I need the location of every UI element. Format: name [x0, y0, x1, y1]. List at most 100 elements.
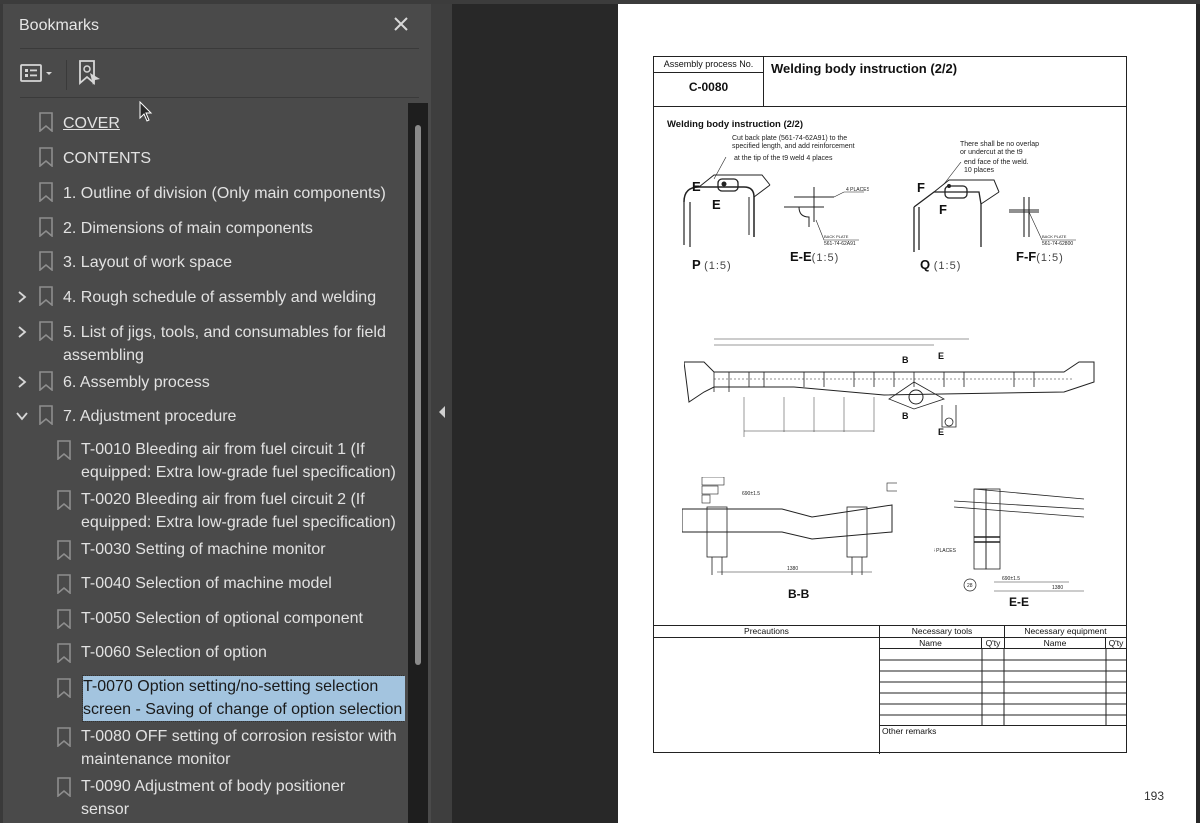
tools-qty-header: Q'ty — [982, 638, 1004, 649]
close-icon[interactable] — [391, 14, 411, 34]
svg-text:4 PLACES: 4 PLACES — [846, 187, 869, 193]
options-menu-button[interactable] — [20, 63, 54, 88]
bookmark-label[interactable]: 4. Rough schedule of assembly and weldin… — [63, 287, 376, 310]
svg-text:28: 28 — [967, 583, 973, 589]
tools-equipment-grid: Name Q'ty Name Q'ty — [880, 638, 1126, 726]
bookmark-label[interactable]: COVER — [63, 113, 120, 136]
view-label-q: Q (1:5) — [920, 257, 962, 272]
bookmarks-toolbar — [20, 58, 102, 92]
bookmark-icon — [39, 251, 53, 272]
chevron-down-icon — [44, 63, 54, 88]
scrollbar-thumb[interactable] — [415, 125, 421, 665]
svg-text:F: F — [939, 202, 947, 217]
svg-text:BACK PLATE: BACK PLATE — [824, 234, 849, 239]
note-text: or undercut at the t9 — [960, 149, 1023, 156]
bookmark-label[interactable]: T-0060 Selection of option — [81, 642, 267, 665]
bookmark-icon — [57, 678, 71, 699]
view-label-p: P (1:5) — [692, 257, 732, 272]
bookmark-icon — [39, 405, 53, 426]
view-q-drawing: F F — [913, 162, 1000, 252]
divider — [654, 106, 1126, 107]
chevron-down-icon[interactable] — [15, 409, 29, 423]
body-frame-side-view-drawing: B B E E — [684, 338, 1095, 437]
bookmark-icon — [39, 147, 53, 168]
list-options-icon — [20, 63, 44, 88]
section-ee-drawing: 28 4 PLACES 690±1.5 1380 — [934, 488, 1084, 592]
bookmark-label[interactable]: T-0080 OFF setting of corrosion resistor… — [81, 726, 405, 771]
viewer-edge — [1196, 4, 1200, 823]
tools-header: Necessary tools — [880, 626, 1004, 638]
chevron-right-icon[interactable] — [15, 290, 29, 304]
bookmark-label[interactable]: CONTENTS — [63, 148, 151, 171]
bookmark-icon — [57, 490, 71, 511]
view-label-bb: B-B — [788, 587, 810, 601]
bookmark-label[interactable]: T-0020 Bleeding air from fuel circuit 2 … — [81, 489, 403, 534]
bookmark-icon — [57, 440, 71, 461]
pdf-viewer-app: Bookmarks COVER CONTENTS 1. Outline of d… — [0, 0, 1200, 823]
bookmarks-panel: Bookmarks COVER CONTENTS 1. Outline of d… — [3, 4, 431, 823]
equipment-header: Necessary equipment — [1004, 626, 1126, 638]
bookmark-label[interactable]: T-0010 Bleeding air from fuel circuit 1 … — [81, 439, 403, 484]
svg-text:E: E — [938, 427, 944, 437]
bookmark-icon — [57, 574, 71, 595]
scrollbar[interactable] — [408, 103, 428, 823]
bookmark-label[interactable]: 5. List of jigs, tools, and consumables … — [63, 322, 403, 367]
mouse-cursor-icon — [139, 101, 153, 122]
chevron-right-icon[interactable] — [15, 325, 29, 339]
view-label-ee: E-E — [1009, 595, 1030, 609]
bookmark-icon — [57, 727, 71, 748]
svg-text:690±1.5: 690±1.5 — [1002, 576, 1020, 582]
divider — [20, 48, 419, 49]
bookmark-icon — [39, 286, 53, 307]
view-p-drawing: E E — [683, 157, 771, 247]
divider — [20, 97, 419, 98]
bookmark-icon — [39, 217, 53, 238]
empty-table-rows — [880, 649, 1126, 726]
instruction-sheet: Assembly process No. C-0080 Welding body… — [653, 56, 1127, 754]
bookmark-label[interactable]: T-0050 Selection of optional component — [81, 608, 363, 631]
section-bb-drawing: 1380 690±1.5 — [682, 477, 897, 575]
bookmark-icon — [57, 777, 71, 798]
bookmark-label[interactable]: 6. Assembly process — [63, 372, 210, 395]
page-number: 193 — [1144, 789, 1165, 803]
svg-text:4 PLACES: 4 PLACES — [934, 548, 957, 554]
chevron-right-icon[interactable] — [15, 375, 29, 389]
section-ff-detail-drawing: BACK PLATE 561-74-62800 — [1009, 197, 1076, 247]
svg-text:561-74-62A91: 561-74-62A91 — [824, 241, 856, 247]
bookmark-label[interactable]: 7. Adjustment procedure — [63, 406, 236, 429]
bookmark-icon — [39, 112, 53, 133]
svg-text:561-74-62800: 561-74-62800 — [1042, 241, 1073, 247]
svg-text:690±1.5: 690±1.5 — [742, 491, 760, 497]
svg-text:1380: 1380 — [787, 566, 798, 572]
panel-splitter[interactable] — [431, 4, 452, 823]
bookmark-label[interactable]: 2. Dimensions of main components — [63, 218, 313, 241]
pdf-page: Assembly process No. C-0080 Welding body… — [618, 4, 1198, 823]
collapse-panel-icon[interactable] — [437, 405, 447, 419]
sheet-title: Welding body instruction (2/2) — [771, 61, 958, 76]
bookmark-label[interactable]: T-0040 Selection of machine model — [81, 573, 332, 596]
bookmark-icon — [39, 371, 53, 392]
tools-name-header: Name — [880, 638, 982, 649]
section-title: Welding body instruction (2/2) — [667, 119, 803, 130]
bookmark-label-selected[interactable]: T-0070 Option setting/no-setting selecti… — [82, 675, 405, 722]
find-current-bookmark-button[interactable] — [78, 59, 102, 92]
bookmark-tree: COVER CONTENTS 1. Outline of division (O… — [3, 103, 405, 823]
bookmark-label[interactable]: 3. Layout of work space — [63, 252, 232, 275]
bookmark-label[interactable]: T-0030 Setting of machine monitor — [81, 539, 326, 562]
process-number: C-0080 — [654, 73, 764, 106]
note-text: Cut back plate (561-74-62A91) to the — [732, 135, 848, 142]
equipment-qty-header: Q'ty — [1106, 638, 1126, 649]
view-label-ff: F-F(1:5) — [1016, 249, 1064, 264]
document-viewer: Assembly process No. C-0080 Welding body… — [452, 4, 1200, 823]
svg-text:BACK PLATE: BACK PLATE — [1042, 234, 1067, 239]
other-remarks-label: Other remarks — [882, 726, 937, 736]
find-current-bookmark-icon — [78, 59, 102, 92]
bookmark-icon — [57, 643, 71, 664]
bookmark-label[interactable]: T-0090 Adjustment of body positioner sen… — [81, 776, 381, 821]
bookmark-icon — [39, 182, 53, 203]
bookmark-label[interactable]: 1. Outline of division (Only main compon… — [63, 183, 386, 206]
svg-text:1380: 1380 — [1052, 585, 1063, 591]
note-text: There shall be no overlap — [960, 141, 1039, 148]
precautions-header: Precautions — [654, 626, 879, 638]
panel-title: Bookmarks — [19, 17, 100, 34]
